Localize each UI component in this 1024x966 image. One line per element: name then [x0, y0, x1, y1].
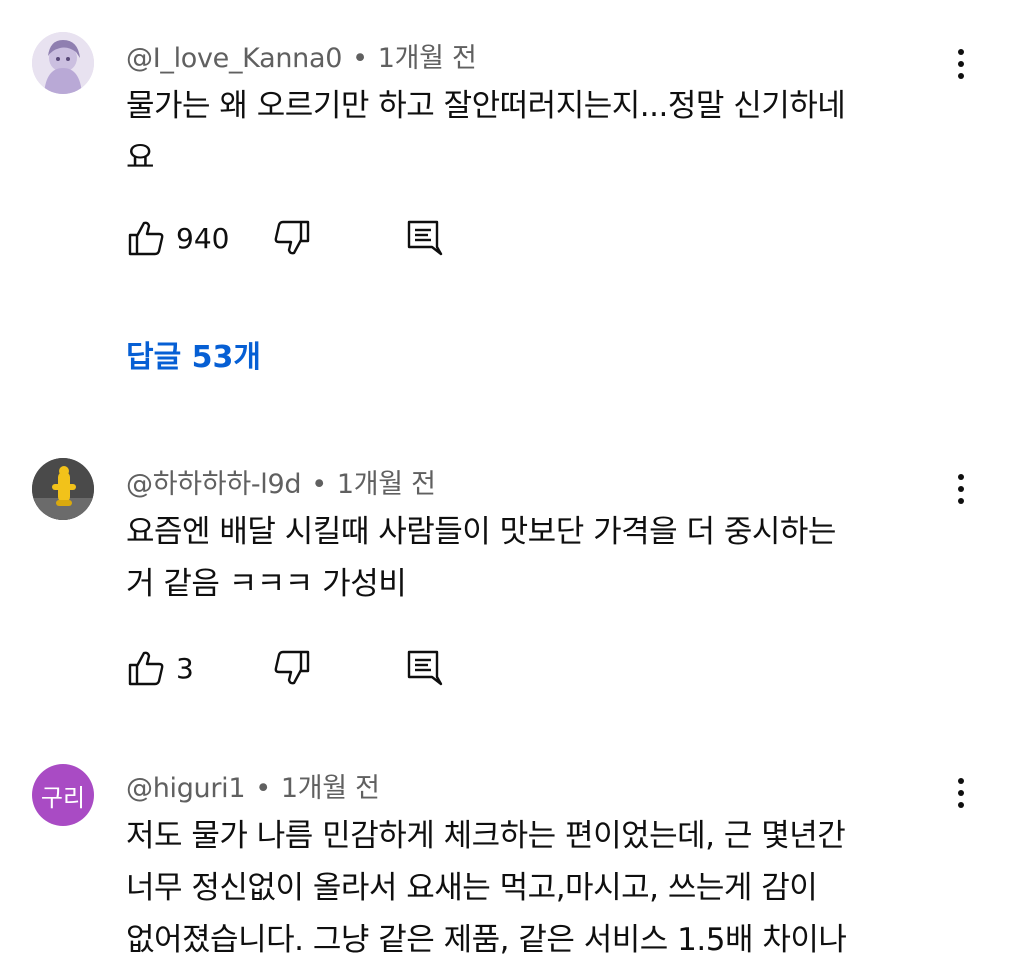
timestamp[interactable]: 1개월 전	[337, 469, 436, 500]
anime-avatar-icon	[32, 32, 94, 94]
timestamp[interactable]: 1개월 전	[378, 43, 477, 74]
comment-line: 저도 물가 나름 민감하게 체크하는 편이었는데, 근 몇년간	[126, 818, 846, 854]
avatar[interactable]	[32, 458, 94, 520]
separator-dot: •	[352, 43, 368, 74]
comment-actions: 3	[126, 648, 526, 692]
more-dot-icon	[958, 802, 964, 808]
comment-text: 저도 물가 나름 민감하게 체크하는 편이었는데, 근 몇년간 너무 정신없이 …	[126, 810, 946, 966]
thumbs-up-icon[interactable]	[126, 648, 166, 688]
thumbs-down-icon[interactable]	[272, 648, 312, 688]
comment-line: 요	[126, 140, 155, 176]
more-dot-icon	[958, 49, 964, 55]
like-count: 3	[176, 652, 194, 685]
more-options-button[interactable]	[946, 469, 976, 509]
author-name[interactable]: @I_love_Kanna0	[126, 43, 342, 74]
comment-line: 너무 정신없이 올라서 요새는 먹고,마시고, 쓰는게 감이	[126, 870, 818, 906]
comment-meta: @I_love_Kanna0 • 1개월 전	[126, 36, 477, 75]
reply-icon[interactable]	[404, 648, 444, 688]
more-options-button[interactable]	[946, 44, 976, 84]
more-dot-icon	[958, 73, 964, 79]
comment-line: 거 같음 ㅋㅋㅋ 가성비	[126, 566, 407, 602]
more-dot-icon	[958, 790, 964, 796]
comment-meta: @higuri1 • 1개월 전	[126, 766, 380, 805]
like-count: 940	[176, 222, 230, 255]
author-name[interactable]: @하하하하-l9d	[126, 469, 302, 500]
more-dot-icon	[958, 486, 964, 492]
thumbs-down-icon[interactable]	[272, 218, 312, 258]
thumbs-up-icon[interactable]	[126, 218, 166, 258]
separator-dot: •	[255, 773, 271, 804]
comment-line: 없어졌습니다. 그냥 같은 제품, 같은 서비스 1.5배 차이나	[126, 922, 847, 958]
view-replies-link[interactable]: 답글 53개	[126, 332, 261, 376]
timestamp[interactable]: 1개월 전	[281, 773, 380, 804]
avatar-initials: 구리	[40, 783, 86, 812]
comment-line: 물가는 왜 오르기만 하고 잘안떠러지는지...정말 신기하네	[126, 88, 846, 124]
more-options-button[interactable]	[946, 773, 976, 813]
comment-actions: 940	[126, 218, 526, 262]
comment-meta: @하하하하-l9d • 1개월 전	[126, 462, 436, 501]
more-dot-icon	[958, 474, 964, 480]
comment-text: 요즘엔 배달 시킬때 사람들이 맛보단 가격을 더 중시하는 거 같음 ㅋㅋㅋ …	[126, 506, 946, 610]
comment-line: 요즘엔 배달 시킬때 사람들이 맛보단 가격을 더 중시하는	[126, 514, 836, 550]
separator-dot: •	[311, 469, 327, 500]
reply-icon[interactable]	[404, 218, 444, 258]
yellow-figure-avatar-icon	[32, 458, 94, 520]
more-dot-icon	[958, 498, 964, 504]
comment-text: 물가는 왜 오르기만 하고 잘안떠러지는지...정말 신기하네 요	[126, 80, 946, 184]
avatar[interactable]	[32, 32, 94, 94]
avatar[interactable]: 구리	[32, 764, 94, 826]
author-name[interactable]: @higuri1	[126, 773, 246, 804]
more-dot-icon	[958, 61, 964, 67]
more-dot-icon	[958, 778, 964, 784]
